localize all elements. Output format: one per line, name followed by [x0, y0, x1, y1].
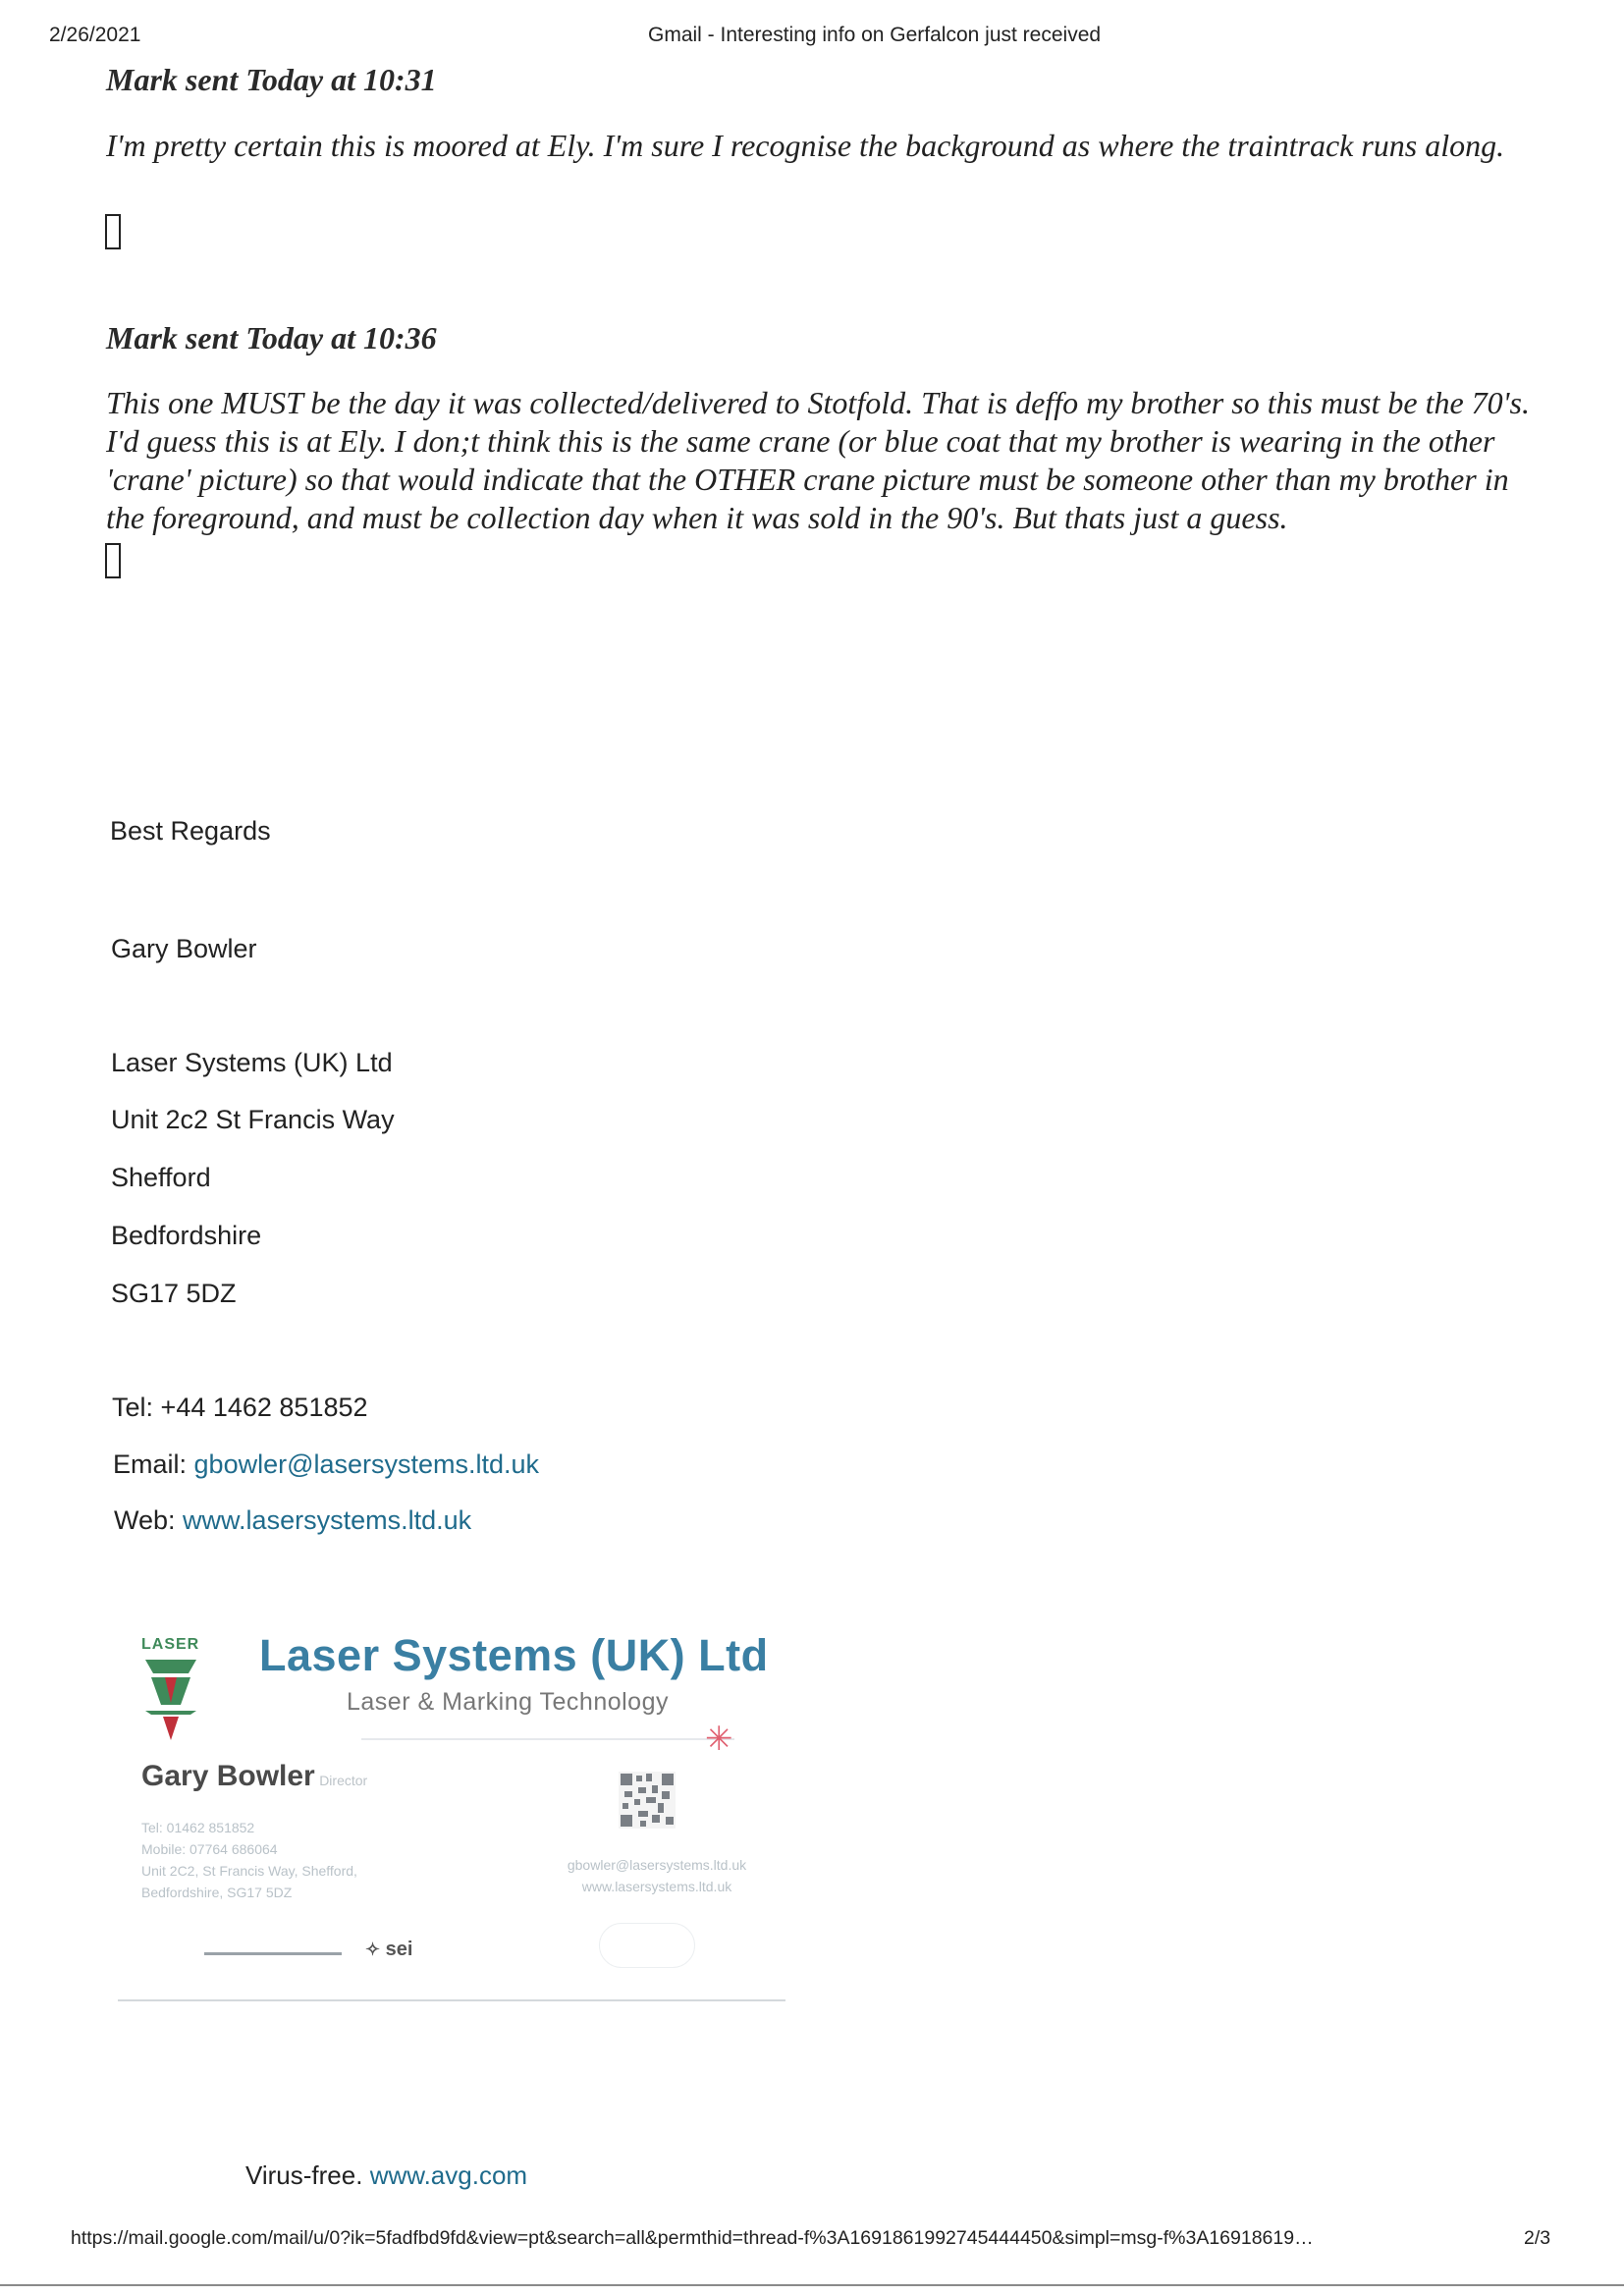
signature-address-town: Shefford — [111, 1163, 211, 1192]
sei-logo: ✧ sei — [365, 1939, 412, 1961]
signature-name: Gary Bowler — [111, 934, 257, 963]
card-details-right: gbowler@lasersystems.ltd.uk www.lasersys… — [524, 1854, 789, 1897]
print-title: Gmail - Interesting info on Gerfalcon ju… — [648, 24, 1102, 46]
card-detail-line: Bedfordshire, SG17 5DZ — [141, 1885, 293, 1900]
sei-star-icon: ✧ — [365, 1940, 381, 1959]
laser-star-icon: ✳ — [705, 1721, 733, 1758]
card-detail-line: Mobile: 07764 686064 — [141, 1841, 278, 1857]
card-details-left: Tel: 01462 851852 Mobile: 07764 686064 U… — [141, 1817, 357, 1903]
card-detail-line: www.lasersystems.ltd.uk — [581, 1879, 732, 1894]
email-label: Email: — [113, 1449, 188, 1479]
signature-email: Email: gbowler@lasersystems.ltd.uk — [113, 1449, 539, 1480]
virus-free-notice: Virus-free. www.avg.com — [245, 2160, 527, 2191]
virus-free-label: Virus-free. — [245, 2160, 363, 2190]
qr-code-icon — [619, 1772, 676, 1829]
sei-text: sei — [385, 1939, 413, 1960]
print-page-number: 2/3 — [1524, 2227, 1551, 2249]
card-bar — [204, 1952, 342, 1955]
print-url: https://mail.google.com/mail/u/0?ik=5fad… — [71, 2227, 1314, 2249]
card-company-name: Laser Systems (UK) Ltd — [259, 1630, 769, 1680]
card-bottom-line — [118, 1999, 785, 2001]
signature-closing: Best Regards — [110, 816, 271, 846]
laser-logo-mark — [145, 1660, 196, 1740]
signature-address-postcode: SG17 5DZ — [111, 1279, 237, 1308]
message-text: I'm pretty certain this is moored at Ely… — [106, 128, 1505, 163]
web-label: Web: — [114, 1505, 176, 1535]
tel-label: Tel: — [112, 1393, 154, 1422]
avg-link[interactable]: www.avg.com — [370, 2160, 527, 2190]
card-oval-badge — [599, 1923, 695, 1968]
card-divider — [361, 1738, 734, 1740]
card-detail-line: Tel: 01462 851852 — [141, 1820, 255, 1835]
email-link[interactable]: gbowler@lasersystems.ltd.uk — [194, 1449, 540, 1479]
card-name-row: Gary Bowler Director — [141, 1760, 367, 1793]
print-date: 2/26/2021 — [49, 24, 141, 46]
message-sender-line: Mark sent Today at 10:31 — [106, 62, 437, 97]
card-person-name: Gary Bowler — [141, 1760, 315, 1792]
signature-address-county: Bedfordshire — [111, 1221, 262, 1250]
signature-address-street: Unit 2c2 St Francis Way — [111, 1105, 395, 1134]
message-sender-line: Mark sent Today at 10:36 — [106, 320, 437, 355]
tel-value: +44 1462 851852 — [160, 1393, 368, 1422]
laser-logo-icon: LASER — [141, 1636, 200, 1744]
logo-text: LASER — [141, 1636, 200, 1653]
card-detail-line: Unit 2C2, St Francis Way, Shefford, — [141, 1863, 357, 1879]
signature-tel: Tel: +44 1462 851852 — [112, 1393, 368, 1423]
missing-image-placeholder-icon — [105, 543, 121, 578]
web-link[interactable]: www.lasersystems.ltd.uk — [183, 1505, 471, 1535]
missing-image-placeholder-icon — [105, 214, 121, 249]
card-person-role: Director — [319, 1773, 368, 1788]
card-tagline: Laser & Marking Technology — [347, 1688, 669, 1716]
page-bottom-edge — [0, 2284, 1624, 2286]
card-detail-line: gbowler@lasersystems.ltd.uk — [567, 1857, 747, 1873]
business-card-image: LASER Laser Systems (UK) Ltd Laser & Mar… — [116, 1622, 793, 2015]
signature-company: Laser Systems (UK) Ltd — [111, 1048, 393, 1077]
message-text: This one MUST be the day it was collecte… — [106, 385, 1530, 535]
signature-web: Web: www.lasersystems.ltd.uk — [114, 1505, 471, 1536]
